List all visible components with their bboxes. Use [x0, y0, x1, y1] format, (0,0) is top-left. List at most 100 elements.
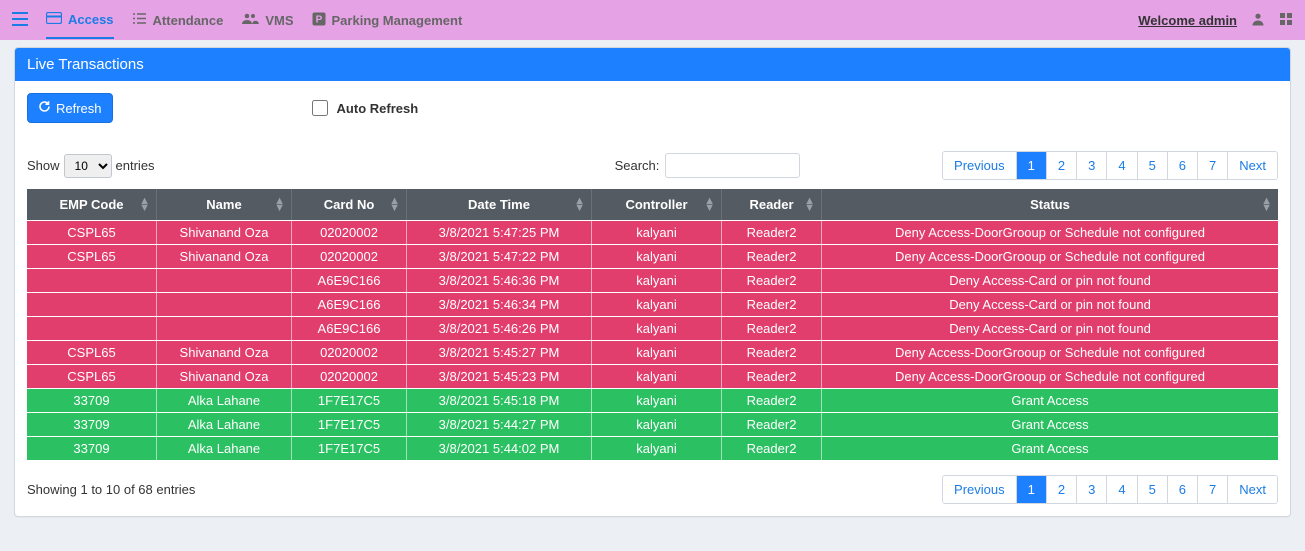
- page-size-select[interactable]: 10: [64, 154, 112, 178]
- cell-reader: Reader2: [722, 341, 822, 364]
- cell-reader: Reader2: [722, 269, 822, 292]
- cell-date: 3/8/2021 5:45:23 PM: [407, 365, 592, 388]
- top-navbar: Access Attendance VMS P Parking Manageme…: [0, 0, 1305, 40]
- cell-emp: 33709: [27, 389, 157, 412]
- cell-card: 02020002: [292, 365, 407, 388]
- nav-vms[interactable]: VMS: [241, 2, 293, 38]
- cell-name: Alka Lahane: [157, 437, 292, 460]
- col-reader[interactable]: Reader▲▼: [722, 189, 822, 220]
- pager-page[interactable]: 1: [1017, 152, 1047, 179]
- table-row[interactable]: A6E9C1663/8/2021 5:46:36 PMkalyaniReader…: [27, 269, 1278, 292]
- search-label: Search:: [615, 158, 660, 173]
- pager-page[interactable]: 7: [1198, 152, 1228, 179]
- cell-name: Alka Lahane: [157, 389, 292, 412]
- toolbar: Refresh Auto Refresh: [27, 93, 1278, 123]
- col-status[interactable]: Status▲▼: [822, 189, 1278, 220]
- cell-card: A6E9C166: [292, 293, 407, 316]
- col-card-no[interactable]: Card No▲▼: [292, 189, 407, 220]
- cell-date: 3/8/2021 5:46:34 PM: [407, 293, 592, 316]
- table-row[interactable]: CSPL65Shivanand Oza020200023/8/2021 5:45…: [27, 365, 1278, 388]
- auto-refresh-checkbox[interactable]: [312, 100, 328, 116]
- cell-status: Grant Access: [822, 437, 1278, 460]
- sort-icon: ▲▼: [1261, 198, 1272, 212]
- cell-controller: kalyani: [592, 437, 722, 460]
- cell-card: 1F7E17C5: [292, 389, 407, 412]
- cell-card: 02020002: [292, 341, 407, 364]
- cell-emp: CSPL65: [27, 341, 157, 364]
- nav-attendance[interactable]: Attendance: [132, 2, 224, 38]
- users-icon: [241, 12, 259, 28]
- cell-card: 1F7E17C5: [292, 413, 407, 436]
- table-row[interactable]: 33709Alka Lahane1F7E17C53/8/2021 5:45:18…: [27, 389, 1278, 412]
- refresh-button[interactable]: Refresh: [27, 93, 113, 123]
- table-row[interactable]: 33709Alka Lahane1F7E17C53/8/2021 5:44:27…: [27, 413, 1278, 436]
- hamburger-icon[interactable]: [12, 12, 28, 29]
- col-name[interactable]: Name▲▼: [157, 189, 292, 220]
- cell-controller: kalyani: [592, 221, 722, 244]
- cell-card: A6E9C166: [292, 269, 407, 292]
- pager-page[interactable]: 4: [1107, 476, 1137, 503]
- cell-emp: [27, 317, 157, 340]
- table-row[interactable]: CSPL65Shivanand Oza020200023/8/2021 5:47…: [27, 221, 1278, 244]
- col-date-time[interactable]: Date Time▲▼: [407, 189, 592, 220]
- search-input[interactable]: [665, 153, 800, 178]
- cell-card: 02020002: [292, 221, 407, 244]
- cell-emp: CSPL65: [27, 365, 157, 388]
- pager-page[interactable]: 5: [1138, 152, 1168, 179]
- pager-page[interactable]: 2: [1047, 476, 1077, 503]
- table-row[interactable]: A6E9C1663/8/2021 5:46:26 PMkalyaniReader…: [27, 317, 1278, 340]
- cell-reader: Reader2: [722, 437, 822, 460]
- table-row[interactable]: 33709Alka Lahane1F7E17C53/8/2021 5:44:02…: [27, 437, 1278, 460]
- nav-parking[interactable]: P Parking Management: [312, 2, 463, 39]
- top-navbar-right: Welcome admin: [1138, 12, 1293, 29]
- cell-emp: [27, 293, 157, 316]
- nav-attendance-label: Attendance: [153, 13, 224, 28]
- refresh-label: Refresh: [56, 101, 102, 116]
- cell-reader: Reader2: [722, 365, 822, 388]
- pager-next[interactable]: Next: [1228, 152, 1277, 179]
- cell-name: Shivanand Oza: [157, 245, 292, 268]
- pager-page[interactable]: 1: [1017, 476, 1047, 503]
- pager-page[interactable]: 2: [1047, 152, 1077, 179]
- pager-page[interactable]: 6: [1168, 152, 1198, 179]
- pager-next[interactable]: Next: [1228, 476, 1277, 503]
- cell-controller: kalyani: [592, 413, 722, 436]
- col-controller[interactable]: Controller▲▼: [592, 189, 722, 220]
- cell-card: 1F7E17C5: [292, 437, 407, 460]
- pager-page[interactable]: 4: [1107, 152, 1137, 179]
- cell-card: A6E9C166: [292, 317, 407, 340]
- pager-page[interactable]: 3: [1077, 476, 1107, 503]
- cell-status: Deny Access-DoorGrooup or Schedule not c…: [822, 341, 1278, 364]
- cell-controller: kalyani: [592, 245, 722, 268]
- cell-emp: 33709: [27, 437, 157, 460]
- nav-access[interactable]: Access: [46, 2, 114, 39]
- refresh-icon: [38, 100, 51, 116]
- cell-status: Deny Access-DoorGrooup or Schedule not c…: [822, 245, 1278, 268]
- pager-page[interactable]: 6: [1168, 476, 1198, 503]
- pager-page[interactable]: 5: [1138, 476, 1168, 503]
- cell-reader: Reader2: [722, 317, 822, 340]
- cell-name: [157, 317, 292, 340]
- top-navbar-left: Access Attendance VMS P Parking Manageme…: [12, 2, 462, 39]
- auto-refresh-toggle[interactable]: Auto Refresh: [308, 97, 419, 119]
- cell-date: 3/8/2021 5:46:36 PM: [407, 269, 592, 292]
- table-row[interactable]: CSPL65Shivanand Oza020200023/8/2021 5:45…: [27, 341, 1278, 364]
- cell-date: 3/8/2021 5:45:27 PM: [407, 341, 592, 364]
- pager-page[interactable]: 7: [1198, 476, 1228, 503]
- col-emp-code[interactable]: EMP Code▲▼: [27, 189, 157, 220]
- table-row[interactable]: CSPL65Shivanand Oza020200023/8/2021 5:47…: [27, 245, 1278, 268]
- sort-icon: ▲▼: [704, 198, 715, 212]
- cell-status: Deny Access-DoorGrooup or Schedule not c…: [822, 365, 1278, 388]
- nav-parking-label: Parking Management: [332, 13, 463, 28]
- user-icon[interactable]: [1251, 12, 1265, 29]
- pager-previous[interactable]: Previous: [943, 152, 1017, 179]
- table-body: CSPL65Shivanand Oza020200023/8/2021 5:47…: [27, 221, 1278, 460]
- pager-previous[interactable]: Previous: [943, 476, 1017, 503]
- table-row[interactable]: A6E9C1663/8/2021 5:46:34 PMkalyaniReader…: [27, 293, 1278, 316]
- apps-icon[interactable]: [1279, 12, 1293, 29]
- pager-page[interactable]: 3: [1077, 152, 1107, 179]
- welcome-link[interactable]: Welcome admin: [1138, 13, 1237, 28]
- cell-controller: kalyani: [592, 269, 722, 292]
- cell-status: Deny Access-DoorGrooup or Schedule not c…: [822, 221, 1278, 244]
- cell-name: Alka Lahane: [157, 413, 292, 436]
